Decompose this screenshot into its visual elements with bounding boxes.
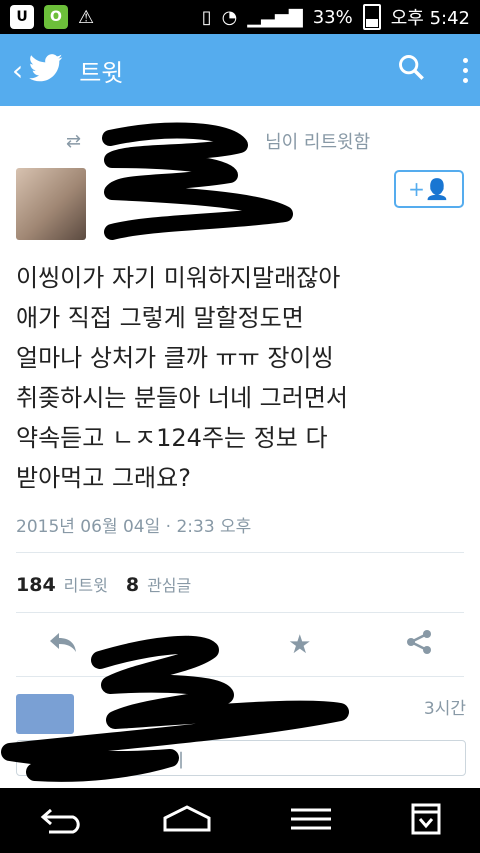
timestamp: 2015년 06월 04일 · 2:33 오후 [16, 517, 252, 537]
tweet-line: 애가 직접 그렇게 말할정도면 [16, 304, 304, 332]
divider [16, 552, 464, 553]
retweet-label: 님이 리트윗함 [265, 132, 371, 153]
battery-icon [362, 4, 381, 30]
share-icon[interactable] [405, 628, 433, 663]
reply-time: 3시간 [423, 699, 466, 719]
tweet-text: 이씽이가 자기 미워하지말래잖아 애가 직접 그렇게 말할정도면 얼마나 상처가… [16, 258, 466, 498]
chevron-left-icon[interactable]: ‹ [12, 54, 23, 87]
retweet-count-label: 리트윗 [63, 576, 108, 595]
u-plus-icon: U [10, 5, 34, 29]
kebab-menu-icon[interactable] [463, 57, 468, 83]
tweet-line: 취좆하시는 분들아 너네 그러면서 [16, 384, 349, 412]
wifi-icon: ◔ [221, 6, 238, 28]
menu-nav-icon[interactable] [289, 806, 333, 836]
retweeted-by: ⇄ 님이 리트윗함 [66, 128, 370, 154]
retweet-small-icon: ⇄ [66, 130, 82, 152]
battery-percent: 33% [312, 6, 353, 28]
vibrate-icon: ▯ [201, 6, 212, 28]
divider [16, 676, 464, 677]
add-user-icon: +👤 [408, 177, 450, 201]
follow-button[interactable]: +👤 [394, 170, 464, 208]
retweet-count[interactable]: 184 [16, 574, 56, 596]
retweet-icon[interactable]: ⇄ [173, 630, 195, 660]
tweet-line: 약속듣고 ㄴㅈ124주는 정보 다 [16, 424, 328, 452]
signal-icon: ▁▃▅▇ [247, 6, 303, 28]
tweet-stats: 184 리트윗 8 관심글 [16, 572, 201, 596]
system-nav-bar [0, 788, 480, 853]
search-icon[interactable] [397, 53, 425, 88]
star-icon[interactable]: ★ [288, 630, 311, 660]
clock: 오후 5:42 [390, 8, 470, 29]
tweet-line: 받아먹고 그래요? [16, 464, 191, 492]
favorite-count-label: 관심글 [147, 576, 192, 595]
warning-icon: ⚠ [78, 6, 95, 28]
twitter-bird-icon[interactable] [29, 54, 63, 86]
reply-input[interactable]: 에게 답글하기 [16, 740, 466, 776]
tweet-line: 이씽이가 자기 미워하지말래잖아 [16, 264, 341, 292]
back-nav-icon[interactable] [39, 804, 85, 838]
reply-preview[interactable]: 3시간 [16, 688, 466, 734]
divider [16, 612, 464, 613]
download-nav-icon[interactable] [410, 802, 442, 840]
favorite-count[interactable]: 8 [126, 574, 139, 596]
home-nav-icon[interactable] [162, 804, 212, 838]
reply-placeholder: 에게 답글하기 [79, 751, 185, 772]
reply-avatar[interactable] [16, 694, 74, 734]
avatar[interactable] [16, 168, 86, 240]
status-bar: U O ⚠ ▯ ◔ ▁▃▅▇ 33% 오후 5:42 [0, 0, 480, 34]
reply-icon[interactable] [47, 630, 79, 661]
o-app-icon: O [44, 5, 68, 29]
page-title: 트윗 [79, 58, 124, 87]
tweet-actions: ⇄ ★ [0, 622, 480, 668]
app-bar: ‹ 트윗 [0, 34, 480, 106]
tweet-line: 얼마나 상처가 클까 ㅠㅠ 장이씽 [16, 344, 334, 372]
